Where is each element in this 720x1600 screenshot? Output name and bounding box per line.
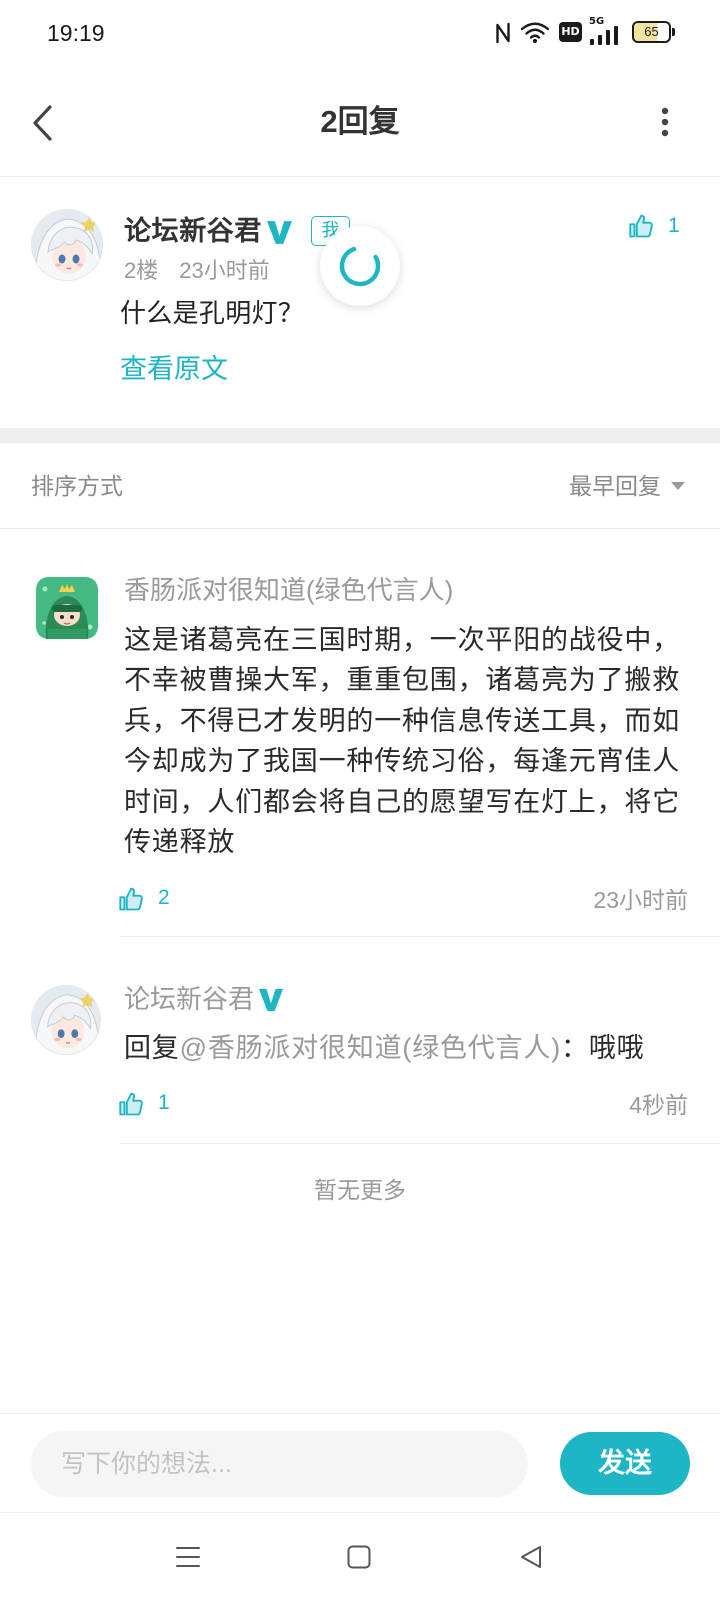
reply-author[interactable]: 论坛新谷君 (124, 982, 254, 1016)
battery-body: 65 (632, 21, 671, 43)
author-row: 论坛新谷君 我 (124, 211, 350, 251)
battery-level: 65 (644, 24, 659, 39)
post-card: 论坛新谷君 我 1 2楼 23小时前 什么是孔明灯？ 查看原文 (0, 178, 720, 428)
caret-down-icon (671, 481, 685, 490)
sort-label: 排序方式 (31, 472, 123, 499)
more-vertical-icon[interactable] (652, 104, 678, 140)
divider (120, 1143, 720, 1144)
post-time: 23小时前 (179, 258, 270, 283)
like-count: 1 (668, 214, 680, 237)
like-count: 2 (158, 886, 170, 909)
avatar[interactable] (31, 985, 101, 1055)
reply-content: 这是诸葛亮在三国时期，一次平阳的战役中，不幸被曹操大军，重重包围，诸葛亮为了搬救… (124, 625, 680, 858)
post-meta: 2楼 23小时前 (124, 256, 270, 286)
list-end-text: 暂无更多 (314, 1177, 406, 1203)
avatar-image (32, 210, 102, 280)
avatar-image (32, 986, 100, 1054)
comment-composer: 发送 (0, 1413, 720, 1512)
thumbs-up-icon[interactable] (117, 1090, 145, 1118)
view-original-link[interactable]: 查看原文 (120, 350, 228, 388)
reply-author[interactable]: 香肠派对很知道(绿色代言人) (124, 573, 453, 607)
wifi-icon (520, 22, 550, 44)
author-row: 论坛新谷君 (124, 982, 284, 1016)
reply-time: 23小时前 (593, 887, 688, 913)
reply-separator: ： (561, 1033, 589, 1063)
sort-dropdown[interactable]: 最早回复 (569, 471, 686, 501)
hd-icon: HD (559, 22, 582, 42)
nfc-icon (496, 22, 510, 44)
avatar[interactable] (31, 209, 103, 281)
mention-link[interactable]: @香肠派对很知道(绿色代言人) (180, 1033, 561, 1063)
post-content: 什么是孔明灯？ (120, 298, 305, 328)
reply-content: 回复@香肠派对很知道(绿色代言人)：哦哦 (124, 1030, 690, 1066)
author-name[interactable]: 论坛新谷君 (124, 211, 262, 251)
back-icon[interactable] (518, 1544, 544, 1570)
thumbs-up-icon[interactable] (117, 885, 145, 913)
reply-item: 论坛新谷君 回复@香肠派对很知道(绿色代言人)：哦哦 1 4秒前 (0, 937, 720, 1144)
reply-time: 4秒前 (629, 1092, 688, 1118)
loading-spinner (320, 226, 400, 306)
home-icon[interactable] (346, 1544, 372, 1570)
avatar[interactable] (36, 577, 98, 639)
spinner-icon (339, 245, 381, 287)
reply-item: 香肠派对很知道(绿色代言人) 这是诸葛亮在三国时期，一次平阳的战役中，不幸被曹操… (0, 529, 720, 937)
menu-icon[interactable] (175, 1544, 201, 1570)
floor-number: 2楼 (124, 258, 159, 283)
status-bar: 19:19 HD 5G 65 (0, 0, 720, 66)
sort-bar: 排序方式 最早回复 (0, 443, 720, 529)
send-button[interactable]: 发送 (560, 1432, 690, 1495)
page-title: 2回复 (320, 104, 400, 139)
reply-text: 哦哦 (588, 1033, 645, 1063)
like-count: 1 (158, 1091, 170, 1114)
sort-selected: 最早回复 (569, 472, 661, 499)
status-time: 19:19 (47, 20, 105, 46)
signal-5g-icon: 5G (589, 16, 623, 46)
section-separator (0, 428, 720, 443)
avatar-image (36, 577, 98, 639)
verified-icon (259, 989, 284, 1011)
signal-bars (590, 26, 618, 45)
battery-cap (672, 28, 675, 36)
battery-icon: 65 (632, 21, 676, 43)
reply-prefix: 回复 (124, 1033, 180, 1063)
system-nav-bar (0, 1512, 720, 1600)
comment-input[interactable] (31, 1431, 528, 1497)
thumbs-up-icon[interactable] (627, 212, 655, 240)
app-header: 2回复 (0, 66, 720, 177)
verified-icon (267, 220, 292, 244)
